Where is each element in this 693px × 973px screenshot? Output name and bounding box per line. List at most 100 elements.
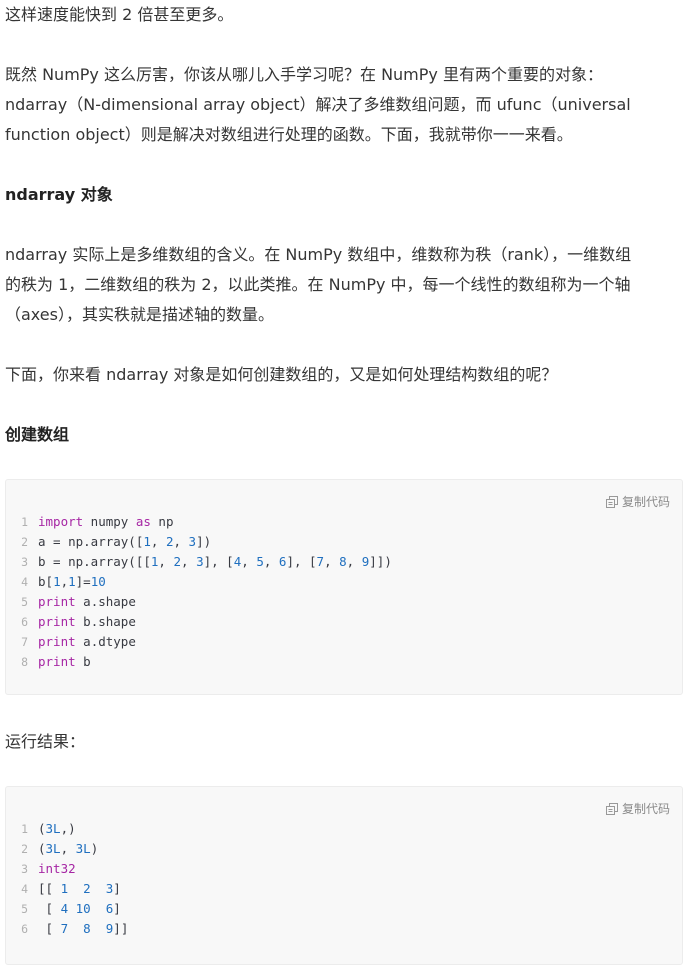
code-line: 2 a = np.array([1, 2, 3]) <box>6 532 682 552</box>
paragraph-result: 运行结果： <box>5 732 86 751</box>
code-text: print a.dtype <box>38 632 136 652</box>
line-number: 7 <box>21 635 28 649</box>
line-number: 2 <box>21 842 28 856</box>
code-line: 8 print b <box>6 652 682 672</box>
code-token: [ <box>38 901 61 916</box>
code-token: b = np.array([[ <box>38 554 151 569</box>
code-token: np <box>150 514 174 529</box>
paragraph-intro-line-1: 既然 NumPy 这么厉害，你该从哪儿入手学习呢？在 NumPy 里有两个重要的… <box>5 65 603 84</box>
code-token: 3L <box>45 841 61 856</box>
code-token: 7 <box>316 554 325 569</box>
code-token: ) <box>90 841 99 856</box>
code-line: 7 print a.dtype <box>6 632 682 652</box>
copy-code-label: 复制代码 <box>621 802 670 816</box>
code-line: 4 b[1,1]=10 <box>6 572 682 592</box>
code-line: 3 b = np.array([[1, 2, 3], [4, 5, 6], [7,… <box>6 552 682 572</box>
line-number: 3 <box>21 862 28 876</box>
code-token: , <box>324 554 340 569</box>
code-token: ]]) <box>369 554 392 569</box>
paragraph-next: 下面，你来看 ndarray 对象是如何创建数组的，又是如何处理结构数组的呢？ <box>5 365 558 384</box>
paragraph-speed: 这样速度能快到 2 倍甚至更多。 <box>5 5 234 24</box>
code-text: import numpy as np <box>38 512 173 532</box>
line-number: 3 <box>21 555 28 569</box>
code-token: print <box>38 594 76 609</box>
code-token: 2 <box>173 554 182 569</box>
heading-ndarray: ndarray 对象 <box>5 185 113 204</box>
code-token: ( <box>38 821 46 836</box>
code-token: b.shape <box>75 614 136 629</box>
code-token: 3L <box>75 841 91 856</box>
code-token: ] <box>113 881 121 896</box>
code-lines: 1 (3L,) 2 (3L, 3L) 3 int32 4 [[ 1 2 3] 5 [ 4 10 … <box>6 819 682 939</box>
code-token: 5 <box>256 554 264 569</box>
line-number: 4 <box>21 575 28 589</box>
code-token: as <box>135 514 151 529</box>
code-token: import <box>38 514 84 529</box>
code-token: int32 <box>38 861 76 876</box>
line-number: 1 <box>21 822 28 836</box>
code-text: a = np.array([1, 2, 3]) <box>38 532 211 552</box>
paragraph-intro-line-2: ndarray（N-dimensional array object）解决了多维… <box>5 95 631 114</box>
code-line: 3 int32 <box>6 859 682 879</box>
line-number: 8 <box>21 655 28 669</box>
code-text: print a.shape <box>38 592 136 612</box>
line-number: 6 <box>21 615 28 629</box>
code-token: 1 <box>143 534 151 549</box>
code-token: print <box>38 634 76 649</box>
code-token: , <box>346 554 362 569</box>
code-text: print b.shape <box>38 612 136 632</box>
copy-icon <box>605 495 618 508</box>
code-token: ,) <box>60 821 76 836</box>
code-text: (3L, 3L) <box>38 839 98 859</box>
line-number: 2 <box>21 535 28 549</box>
code-token: 8 <box>83 921 91 936</box>
code-token: 1 <box>53 574 61 589</box>
copy-code-button[interactable]: 复制代码 <box>605 493 670 510</box>
code-text: [[ 1 2 3] <box>38 879 121 899</box>
code-token: 7 <box>60 921 69 936</box>
code-token: , <box>60 841 76 856</box>
code-token: ], [ <box>286 554 317 569</box>
paragraph-ndarray-line-2: 的秩为 1，二维数组的秩为 2，以此类推。在 NumPy 中，每一个线性的数组称… <box>5 275 631 294</box>
code-line: 5 [ 4 10 6] <box>6 899 682 919</box>
code-text: [ 7 8 9]] <box>38 919 129 939</box>
code-line: 6 print b.shape <box>6 612 682 632</box>
code-token: 4 <box>60 901 69 916</box>
code-text: b = np.array([[1, 2, 3], [4, 5, 6], [7, … <box>38 552 392 572</box>
code-token: , <box>158 554 174 569</box>
code-token: numpy <box>83 514 136 529</box>
code-lines: 1 import numpy as np 2 a = np.array([1, 2, … <box>6 512 682 672</box>
copy-code-button[interactable]: 复制代码 <box>605 800 670 817</box>
line-number: 1 <box>21 515 28 529</box>
code-token: ]) <box>196 534 212 549</box>
code-token: 10 <box>75 901 91 916</box>
code-token: ]= <box>75 574 91 589</box>
code-line: 2 (3L, 3L) <box>6 839 682 859</box>
code-token: a.shape <box>75 594 136 609</box>
code-token: print <box>38 614 76 629</box>
code-token: 3 <box>188 534 197 549</box>
paragraph-ndarray-line-3: （axes），其实秩就是描述轴的数量。 <box>5 305 274 324</box>
code-text: int32 <box>38 859 76 879</box>
paragraph-intro-line-3: function object）则是解决对数组进行处理的函数。下面，我就带你一一… <box>5 125 573 144</box>
line-number: 5 <box>21 595 28 609</box>
code-token: 10 <box>90 574 106 589</box>
code-token: [[ <box>38 881 61 896</box>
code-text: print b <box>38 652 91 672</box>
code-line: 6 [ 7 8 9]] <box>6 919 682 939</box>
code-token: , <box>241 554 257 569</box>
code-token: 8 <box>339 554 347 569</box>
code-token: 2 <box>83 881 91 896</box>
code-line: 5 print a.shape <box>6 592 682 612</box>
code-token: , <box>173 534 189 549</box>
code-token: ( <box>38 841 46 856</box>
code-block-output: 复制代码 1 (3L,) 2 (3L, 3L) 3 int32 4 [[ 1 2 3] 5 [ … <box>5 786 683 965</box>
code-text: [ 4 10 6] <box>38 899 121 919</box>
copy-icon <box>605 802 618 815</box>
heading-create-array: 创建数组 <box>5 425 70 444</box>
code-token: b <box>75 654 91 669</box>
code-token: print <box>38 654 76 669</box>
